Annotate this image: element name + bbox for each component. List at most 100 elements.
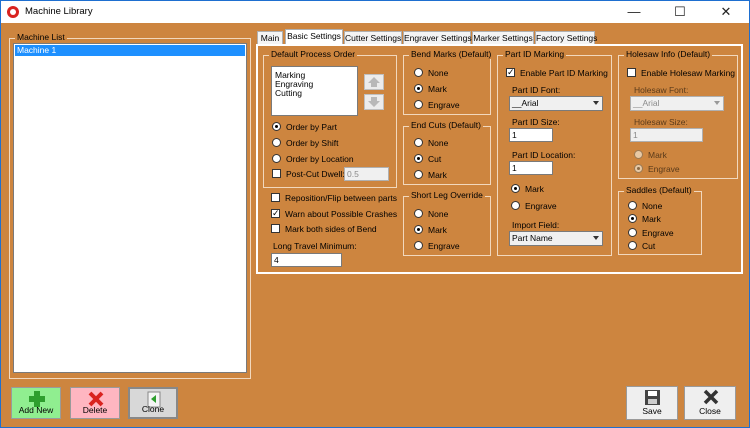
part-id-location-input[interactable]: 1 (509, 161, 553, 175)
bend-engrave-radio[interactable] (414, 100, 423, 109)
title-bar: Machine Library — ☐ ✕ (1, 1, 749, 23)
bend-engrave-label: Engrave (428, 100, 460, 110)
endcut-none-radio[interactable] (414, 138, 423, 147)
import-field-select[interactable]: Part Name (509, 231, 603, 246)
post-cut-dwell-checkbox[interactable] (272, 169, 281, 178)
save-button[interactable]: Save (626, 386, 678, 420)
shortleg-engrave-radio[interactable] (414, 241, 423, 250)
shortleg-mark-label: Mark (428, 225, 447, 235)
long-travel-label: Long Travel Minimum: (273, 241, 357, 251)
process-order-list[interactable]: Marking Engraving Cutting (271, 66, 358, 116)
window-title: Machine Library (25, 6, 93, 17)
tab-main[interactable]: Main (257, 31, 283, 44)
holesaw-mark-radio[interactable] (634, 150, 643, 159)
machine-library-window: Machine Library — ☐ ✕ Machine List Machi… (0, 0, 750, 428)
order-by-location-label: Order by Location (286, 154, 354, 164)
clone-label: Clone (141, 404, 165, 414)
holesaw-engrave-radio[interactable] (634, 164, 643, 173)
list-item[interactable]: Machine 1 (15, 45, 245, 56)
holesaw-mark-label: Mark (648, 150, 667, 160)
enable-part-id-checkbox[interactable] (506, 66, 515, 78)
reposition-label: Reposition/Flip between parts (285, 193, 397, 203)
endcut-none-label: None (428, 138, 449, 148)
post-cut-dwell-input[interactable]: 0.5 (344, 167, 389, 181)
close-label: Close (699, 406, 721, 416)
mark-both-sides-checkbox[interactable] (271, 224, 280, 233)
endcut-mark-radio[interactable] (414, 170, 423, 179)
move-down-button[interactable] (364, 94, 384, 110)
close-button[interactable]: Close (684, 386, 736, 420)
order-by-shift-label: Order by Shift (286, 138, 339, 148)
chevron-down-icon (593, 236, 599, 240)
arrow-up-icon (368, 77, 380, 87)
reposition-checkbox[interactable] (271, 193, 280, 202)
shortleg-mark-radio[interactable] (414, 225, 423, 234)
order-by-part-label: Order by Part (286, 122, 338, 132)
saddle-none-radio[interactable] (628, 201, 637, 210)
saddles-title: Saddles (Default) (624, 185, 694, 195)
long-travel-input[interactable]: 4 (271, 253, 342, 267)
part-id-size-input[interactable]: 1 (509, 128, 553, 142)
maximize-button[interactable]: ☐ (657, 1, 703, 23)
endcut-cut-radio[interactable] (414, 154, 423, 163)
part-id-title: Part ID Marking (503, 49, 567, 59)
end-cuts-title: End Cuts (Default) (409, 120, 483, 130)
saddle-mark-label: Mark (642, 214, 661, 224)
holesaw-font-select[interactable]: __Arial (630, 96, 724, 111)
add-new-label: Add New (18, 405, 54, 415)
endcut-cut-label: Cut (428, 154, 442, 164)
arrow-down-icon (368, 97, 380, 107)
part-id-mark-label: Mark (525, 184, 544, 194)
tab-cutter-settings[interactable]: Cutter Settings (344, 31, 402, 44)
move-up-button[interactable] (364, 74, 384, 90)
tab-marker-settings[interactable]: Marker Settings (472, 31, 534, 44)
delete-button[interactable]: Delete (70, 387, 120, 419)
saddle-engrave-label: Engrave (642, 228, 674, 238)
bend-none-radio[interactable] (414, 68, 423, 77)
tab-basic-settings[interactable]: Basic Settings (285, 29, 343, 45)
saddle-none-label: None (642, 201, 663, 211)
enable-holesaw-checkbox[interactable] (627, 68, 636, 77)
machine-list[interactable]: Machine 1 (13, 43, 247, 373)
delete-label: Delete (82, 405, 108, 415)
enable-holesaw-label: Enable Holesaw Marking (641, 68, 736, 78)
tab-engraver-settings[interactable]: Engraver Settings (403, 31, 472, 44)
shortleg-none-radio[interactable] (414, 209, 423, 218)
saddle-cut-radio[interactable] (628, 241, 637, 250)
part-id-location-label: Part ID Location: (512, 150, 576, 160)
chevron-down-icon (714, 101, 720, 105)
order-by-location-radio[interactable] (272, 154, 281, 163)
minimize-button[interactable]: — (611, 1, 657, 23)
bend-none-label: None (428, 68, 449, 78)
holesaw-font-label: Holesaw Font: (634, 85, 689, 95)
order-by-shift-radio[interactable] (272, 138, 281, 147)
part-id-mark-radio[interactable] (511, 184, 520, 193)
short-leg-title: Short Leg Override (409, 190, 485, 200)
list-item[interactable]: Cutting (275, 88, 302, 98)
post-cut-dwell-label: Post-Cut Dwell: (286, 169, 345, 179)
saddle-engrave-radio[interactable] (628, 228, 637, 237)
order-by-part-radio[interactable] (272, 122, 281, 131)
holesaw-size-input[interactable]: 1 (630, 128, 703, 142)
part-id-size-label: Part ID Size: (512, 117, 560, 127)
close-window-button[interactable]: ✕ (703, 1, 749, 23)
saddle-mark-radio[interactable] (628, 214, 637, 223)
enable-part-id-label: Enable Part ID Marking (520, 68, 608, 78)
warn-crashes-checkbox[interactable] (271, 207, 280, 219)
holesaw-engrave-label: Engrave (648, 164, 680, 174)
shortleg-engrave-label: Engrave (428, 241, 460, 251)
close-icon (703, 389, 719, 405)
shortleg-none-label: None (428, 209, 449, 219)
tab-factory-settings[interactable]: Factory Settings (535, 31, 597, 44)
warn-crashes-label: Warn about Possible Crashes (285, 209, 398, 219)
bend-marks-title: Bend Marks (Default) (409, 49, 494, 59)
part-id-engrave-radio[interactable] (511, 201, 520, 210)
add-new-button[interactable]: Add New (11, 387, 61, 419)
holesaw-font-value: __Arial (633, 98, 660, 108)
bend-mark-radio[interactable] (414, 84, 423, 93)
part-id-font-value: __Arial (512, 98, 539, 108)
part-id-font-select[interactable]: __Arial (509, 96, 603, 111)
clone-button[interactable]: Clone (128, 387, 178, 419)
part-id-engrave-label: Engrave (525, 201, 557, 211)
import-field-label: Import Field: (512, 220, 560, 230)
